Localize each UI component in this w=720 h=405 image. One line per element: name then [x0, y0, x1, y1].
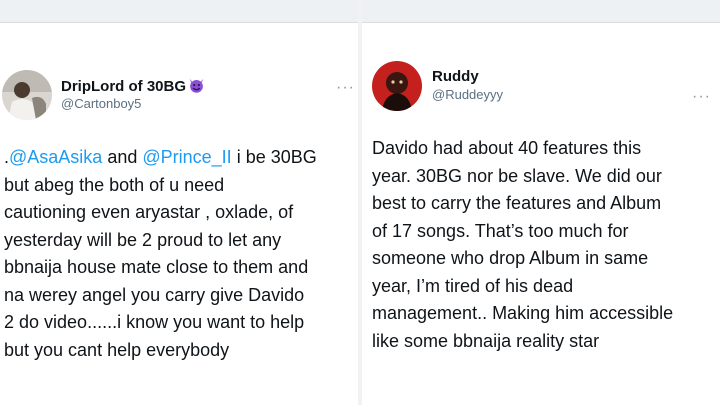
- tweet-card-left[interactable]: DripLord of 30BG @Cartonboy5 ··· .@AsaAs…: [0, 0, 358, 405]
- display-name-text: DripLord of 30BG: [61, 78, 187, 95]
- tweet-line: cautioning even aryastar , oxlade, of: [4, 202, 294, 222]
- mention-link[interactable]: @Prince_II: [142, 147, 231, 167]
- top-border: [0, 0, 358, 23]
- tweet-line: management.. Making him accessible: [372, 303, 674, 323]
- tweet-card-right[interactable]: Ruddy @Ruddeyyy ··· Davido had about 40 …: [362, 0, 720, 405]
- tweet-line: someone who drop Album in same: [372, 248, 649, 268]
- user-photo-icon: [372, 61, 422, 111]
- tweet-line: .@AsaAsika and @Prince_II i be 30BG: [4, 144, 317, 172]
- tweet-text-segment: i be 30BG: [231, 147, 317, 167]
- tweet-body: .@AsaAsika and @Prince_II i be 30BG but …: [4, 144, 317, 364]
- display-name[interactable]: Ruddy: [432, 68, 479, 85]
- tweet-line: na werey angel you carry give Davido: [4, 284, 305, 305]
- user-photo-icon: [2, 70, 52, 120]
- tweet-line: best to carry the features and Album: [372, 193, 662, 213]
- tweet-line: of 17 songs. That’s too much for: [372, 220, 629, 241]
- tweet-line: like some bbnaija reality star: [372, 330, 600, 351]
- smiling-devil-icon: [188, 77, 205, 98]
- avatar[interactable]: [2, 70, 52, 120]
- mention-link[interactable]: @AsaAsika: [9, 147, 102, 167]
- tweet-line: 2 do video......i know you want to help: [4, 312, 305, 332]
- more-options-icon[interactable]: ···: [336, 80, 355, 96]
- top-border: [362, 0, 720, 23]
- tweet-line: yesterday will be 2 proud to let any: [4, 229, 282, 250]
- display-name[interactable]: DripLord of 30BG: [61, 77, 205, 98]
- tweet-line: but abeg the both of u need: [4, 174, 225, 195]
- tweet-line: but you cant help everybody: [4, 339, 230, 360]
- tweet-line: bbnaija house mate close to them and: [4, 257, 309, 277]
- tweet-text-segment: and: [102, 147, 143, 167]
- tweet-body: Davido had about 40 features this year. …: [372, 135, 673, 355]
- tweet-line: year, I’m tired of his dead: [372, 275, 574, 296]
- user-handle[interactable]: @Cartonboy5: [61, 96, 141, 111]
- user-handle[interactable]: @Ruddeyyy: [432, 87, 503, 102]
- tweet-line: year. 30BG nor be slave. We did our: [372, 165, 662, 186]
- avatar[interactable]: [372, 61, 422, 111]
- tweet-line: Davido had about 40 features this: [372, 138, 642, 158]
- more-options-icon[interactable]: ···: [692, 89, 711, 105]
